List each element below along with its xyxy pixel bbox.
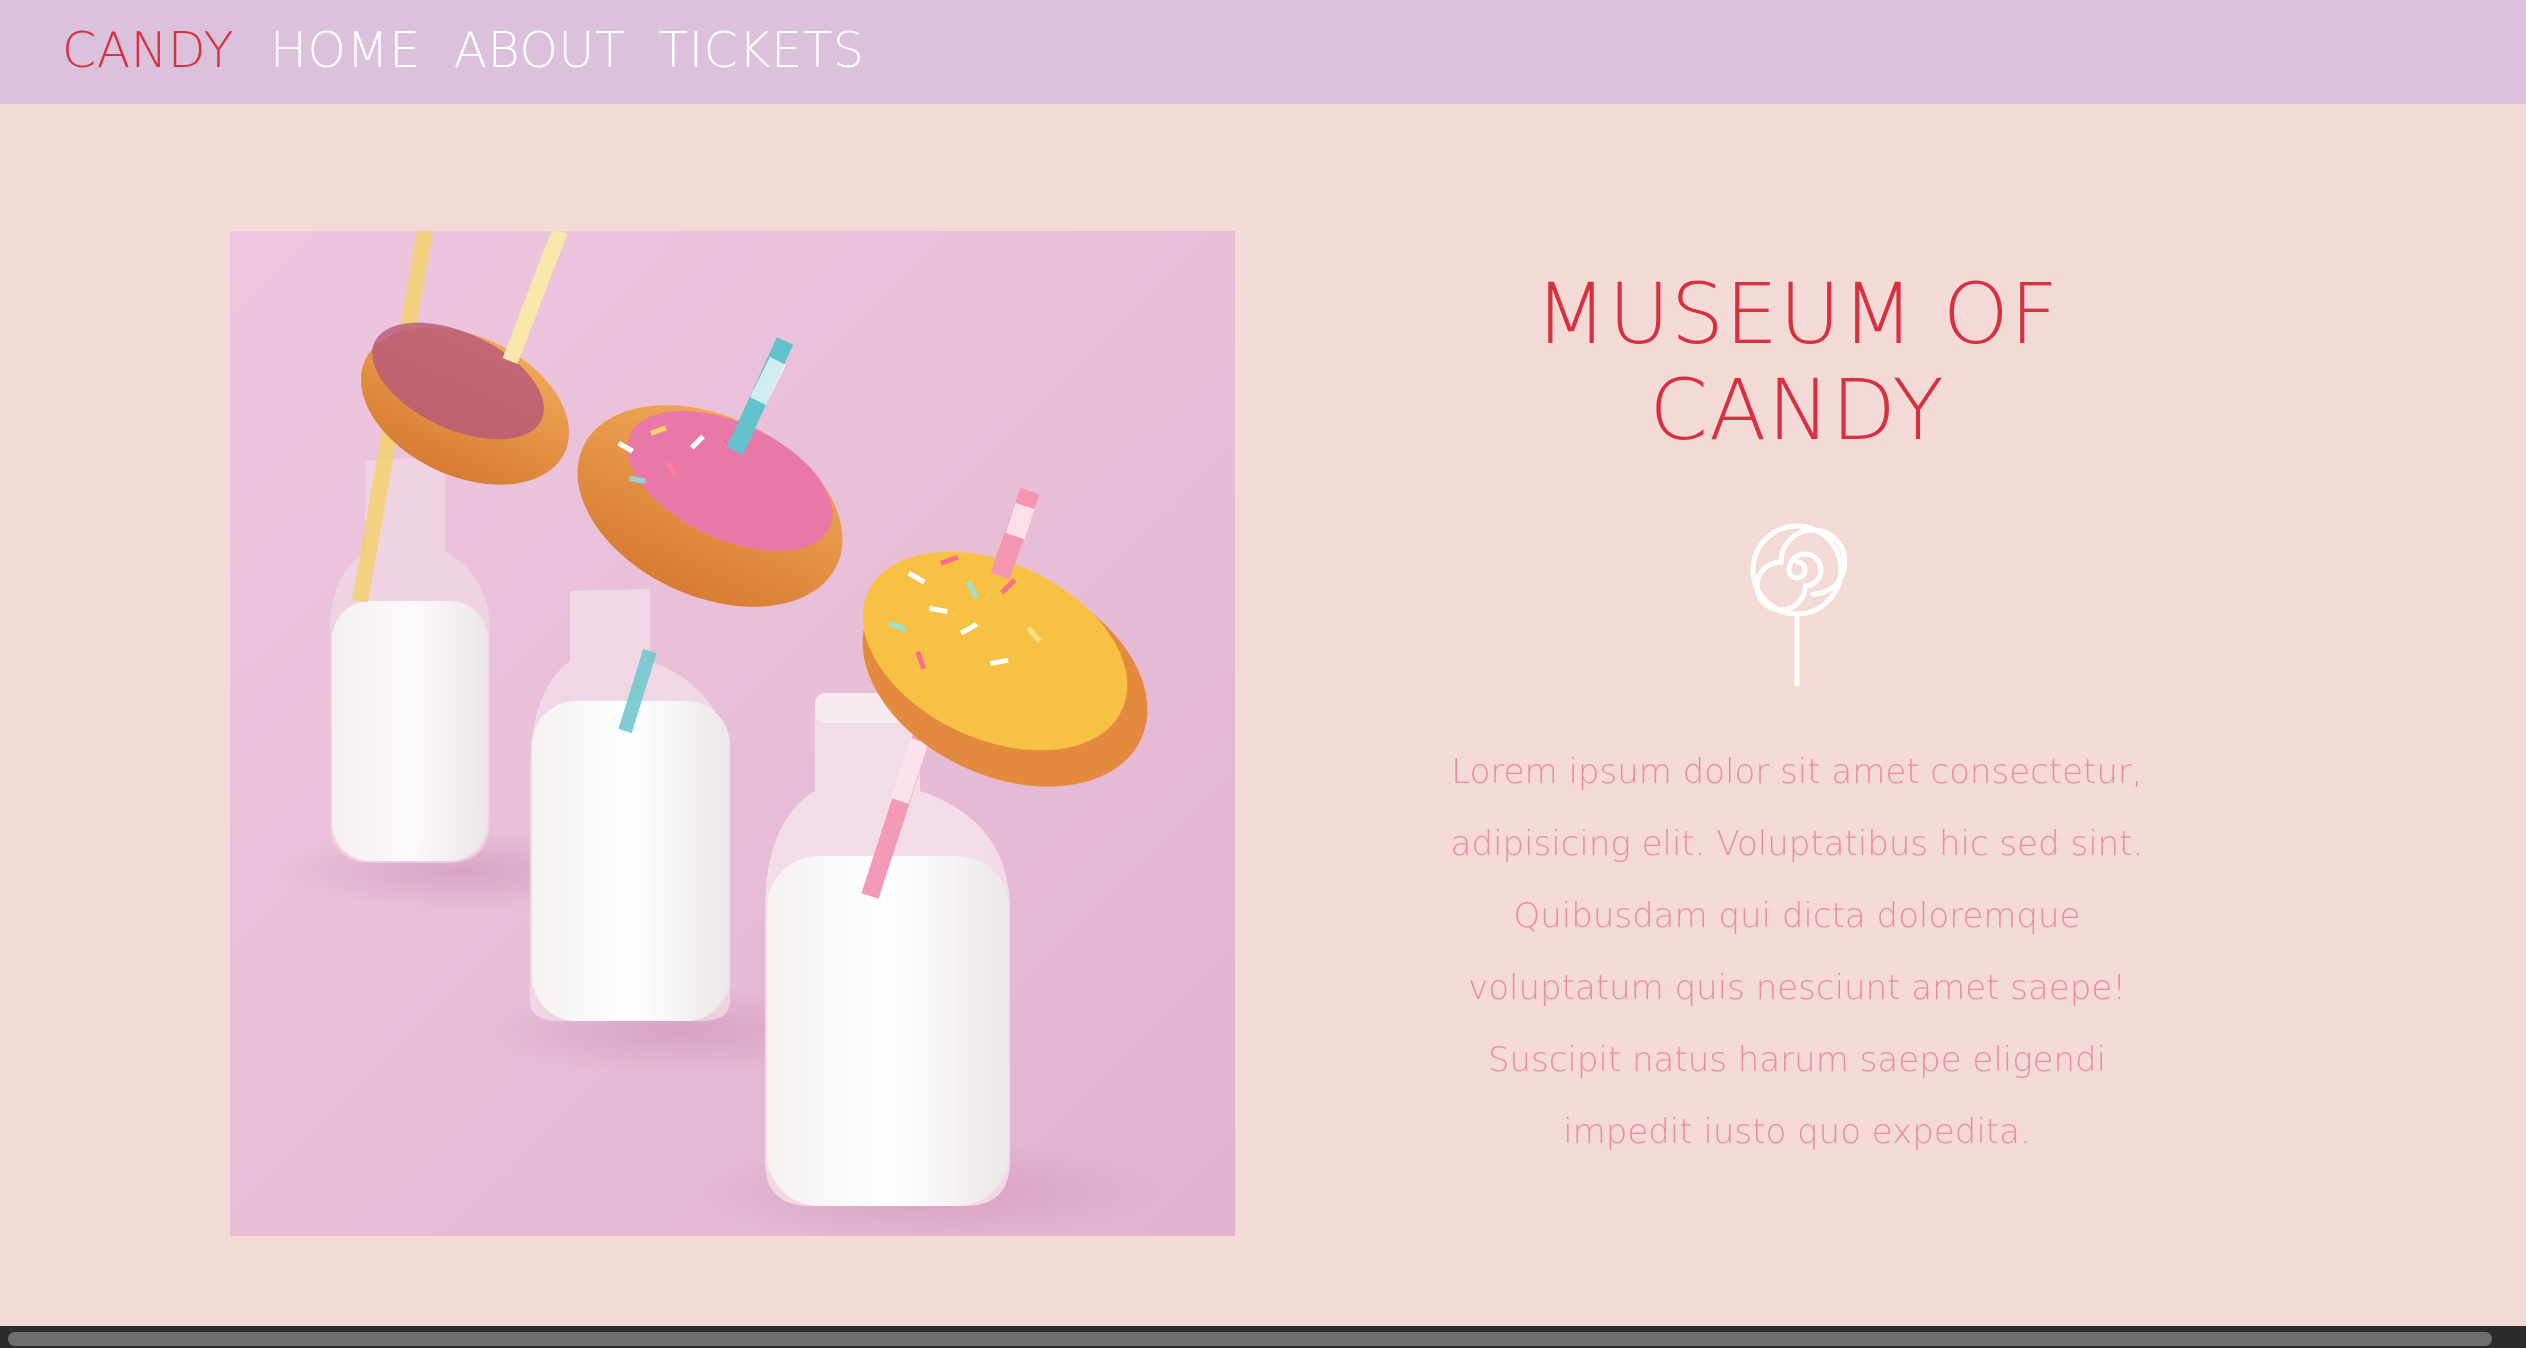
page-title: MUSEUM OF CANDY [1440, 266, 2154, 458]
description-line: adipisicing elit. Voluptatibus hic sed s… [1450, 824, 2144, 864]
nav-links: HOME ABOUT TICKETS [270, 22, 865, 80]
hero-description: Lorem ipsum dolor sit amet consectetur, … [1440, 736, 2154, 1168]
horizontal-scrollbar[interactable] [0, 1326, 2526, 1348]
page-title-line1: MUSEUM OF [1534, 265, 2060, 363]
description-line: voluptatum quis nesciunt amet saepe! [1468, 968, 2126, 1008]
scrollbar-thumb[interactable] [8, 1332, 2492, 1346]
nav-link-home[interactable]: HOME [270, 22, 421, 80]
description-line: Suscipit natus harum saepe eligendi [1487, 1040, 2107, 1080]
hero-photo [230, 231, 1235, 1236]
description-line: impedit iusto quo expedita. [1563, 1112, 2031, 1152]
description-line: Lorem ipsum dolor sit amet consectetur, [1451, 752, 2143, 792]
hero-content: MUSEUM OF CANDY Lorem ipsum dolor sit am… [1440, 266, 2154, 1152]
brand-logo-link[interactable]: CANDY [62, 22, 234, 80]
nav-link-tickets[interactable]: TICKETS [658, 22, 864, 80]
top-navbar: CANDY HOME ABOUT TICKETS [0, 0, 2526, 104]
lollipop-icon [1750, 523, 1847, 687]
description-line: Quibusdam qui dicta doloremque [1513, 896, 2081, 936]
nav-link-about[interactable]: ABOUT [454, 22, 626, 80]
page-title-line2: CANDY [1649, 361, 1945, 459]
